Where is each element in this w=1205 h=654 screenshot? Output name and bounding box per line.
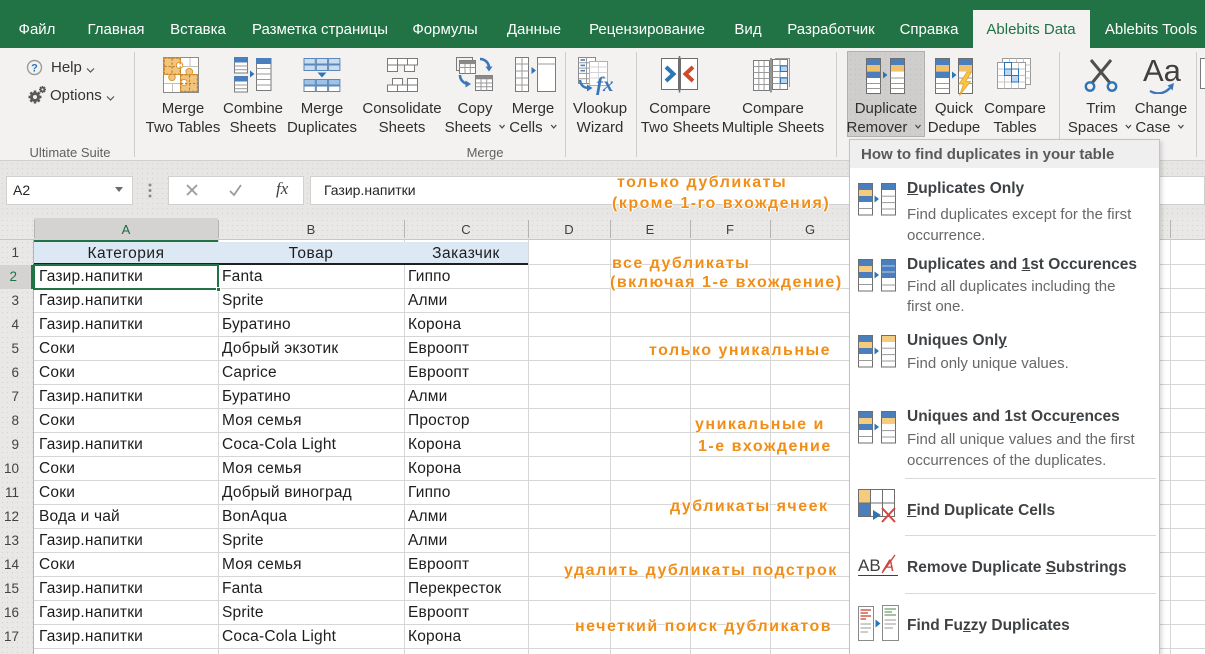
svg-text:?: ? <box>31 63 38 75</box>
svg-text:Aa: Aa <box>1143 56 1181 88</box>
svg-text:fx: fx <box>596 72 614 95</box>
svg-text:AB: AB <box>858 556 881 575</box>
